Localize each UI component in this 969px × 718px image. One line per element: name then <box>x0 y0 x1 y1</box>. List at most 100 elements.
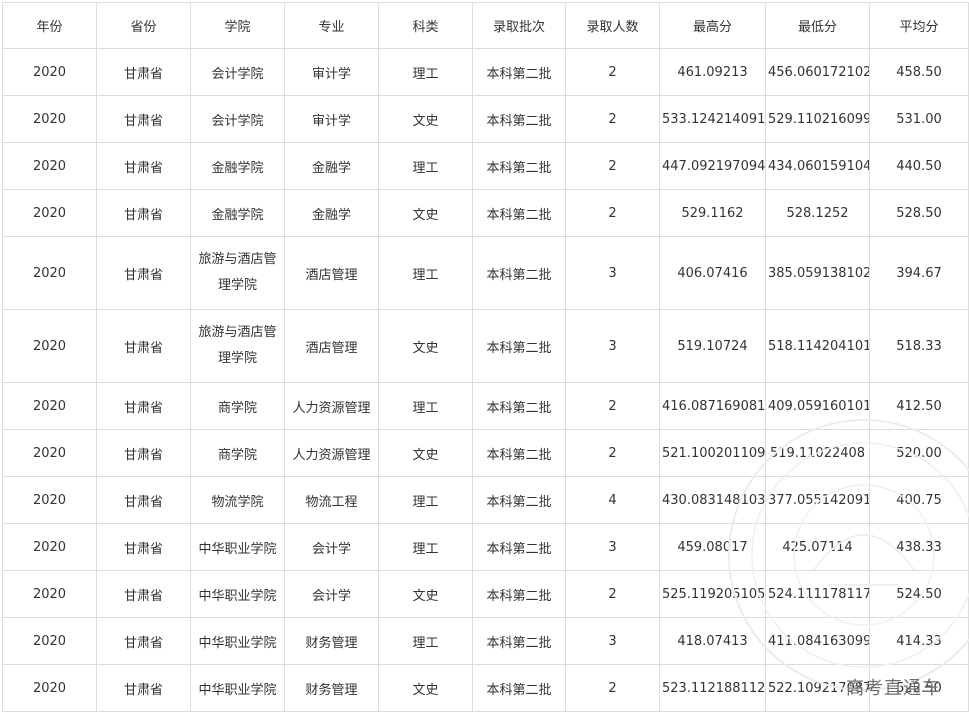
table-cell: 甘肃省 <box>96 382 191 430</box>
table-cell: 理工 <box>378 48 473 96</box>
table-row: 2020 甘肃省 商学院 人力资源管理 文史 本科第二批 2 521.100201109 519… <box>2 429 969 477</box>
table-row: 2020 甘肃省 中华职业学院 财务管理 理工 本科第二批 3 418.07413 411.08… <box>2 617 969 665</box>
table-cell: 理工 <box>378 142 473 190</box>
table-cell: 文史 <box>378 429 473 477</box>
table-cell: 459.08017 <box>659 523 766 571</box>
column-header: 省份 <box>96 2 191 49</box>
table-cell: 406.07416 <box>659 236 766 310</box>
table-cell: 中华职业学院 <box>190 523 285 571</box>
table-cell: 418.07413 <box>659 617 766 665</box>
table-cell: 425.07114 <box>765 523 870 571</box>
table-cell: 2 <box>565 570 660 618</box>
table-cell: 2 <box>565 189 660 237</box>
table-cell: 456.060172102 <box>765 48 870 96</box>
table-cell: 甘肃省 <box>96 309 191 383</box>
table-cell: 519.11022408 <box>765 429 870 477</box>
table-cell: 文史 <box>378 189 473 237</box>
column-header: 学院 <box>190 2 285 49</box>
table-cell: 理工 <box>378 236 473 310</box>
admission-table-wrapper: 年份 省份 学院 专业 科类 录取批次 录取人数 最高分 最低分 平均分 2020 甘肃省 会计学院审… <box>2 2 969 712</box>
table-cell: 本科第二批 <box>472 142 566 190</box>
table-cell: 甘肃省 <box>96 617 191 665</box>
table-cell: 旅游与酒店管理学院 <box>190 236 285 310</box>
table-row: 2020 甘肃省 旅游与酒店管理学院 酒店管理 理工 本科第二批 3 406.07416 385… <box>2 236 969 310</box>
table-cell: 2 <box>565 142 660 190</box>
table-cell: 本科第二批 <box>472 664 566 712</box>
table-cell: 甘肃省 <box>96 236 191 310</box>
table-cell: 本科第二批 <box>472 309 566 383</box>
table-cell: 2020 <box>2 664 97 712</box>
table-cell: 461.09213 <box>659 48 766 96</box>
table-cell: 审计学 <box>284 48 379 96</box>
table-cell: 本科第二批 <box>472 48 566 96</box>
table-cell: 甘肃省 <box>96 664 191 712</box>
table-cell: 本科第二批 <box>472 570 566 618</box>
table-cell: 旅游与酒店管理学院 <box>190 309 285 383</box>
table-cell: 524.111178117 <box>765 570 870 618</box>
table-row: 2020 甘肃省 会计学院 审计学 理工 本科第二批 2 461.09213 456.06017… <box>2 48 969 96</box>
table-cell: 物流学院 <box>190 476 285 524</box>
table-cell: 438.33 <box>869 523 969 571</box>
table-cell: 519.10724 <box>659 309 766 383</box>
table-cell: 会计学 <box>284 523 379 571</box>
table-cell: 人力资源管理 <box>284 429 379 477</box>
table-cell: 甘肃省 <box>96 476 191 524</box>
table-cell: 本科第二批 <box>472 189 566 237</box>
table-cell: 2020 <box>2 48 97 96</box>
table-cell: 2020 <box>2 617 97 665</box>
table-cell: 2020 <box>2 570 97 618</box>
table-cell: 甘肃省 <box>96 142 191 190</box>
column-header: 平均分 <box>869 2 969 49</box>
table-cell: 甘肃省 <box>96 189 191 237</box>
table-cell: 甘肃省 <box>96 570 191 618</box>
table-cell: 440.50 <box>869 142 969 190</box>
table-row: 2020 甘肃省 中华职业学院 会计学 理工 本科第二批 3 459.08017 425.071… <box>2 523 969 571</box>
table-cell: 本科第二批 <box>472 382 566 430</box>
table-cell: 财务管理 <box>284 617 379 665</box>
table-cell: 531.00 <box>869 95 969 143</box>
column-header: 最高分 <box>659 2 766 49</box>
table-cell: 518.114204101 <box>765 309 870 383</box>
table-cell: 2 <box>565 664 660 712</box>
table-cell: 2020 <box>2 309 97 383</box>
table-cell: 525.119205105 <box>659 570 766 618</box>
table-cell: 2020 <box>2 382 97 430</box>
table-cell: 3 <box>565 523 660 571</box>
column-header: 年份 <box>2 2 97 49</box>
table-cell: 甘肃省 <box>96 48 191 96</box>
column-header: 科类 <box>378 2 473 49</box>
table-cell: 甘肃省 <box>96 523 191 571</box>
table-cell: 533.124214091 <box>659 95 766 143</box>
table-cell: 416.087169081 <box>659 382 766 430</box>
table-cell: 2020 <box>2 95 97 143</box>
table-row: 2020 甘肃省 金融学院 金融学 文史 本科第二批 2 529.1162 528.1252 52… <box>2 189 969 237</box>
table-row: 2020 甘肃省 旅游与酒店管理学院 酒店管理 文史 本科第二批 3 519.10724 518… <box>2 309 969 383</box>
table-cell: 中华职业学院 <box>190 617 285 665</box>
table-cell: 商学院 <box>190 429 285 477</box>
table-cell: 本科第二批 <box>472 476 566 524</box>
table-cell: 中华职业学院 <box>190 570 285 618</box>
table-cell: 458.50 <box>869 48 969 96</box>
table-cell: 文史 <box>378 309 473 383</box>
table-cell: 520.00 <box>869 429 969 477</box>
table-cell: 414.33 <box>869 617 969 665</box>
table-cell: 529.1162 <box>659 189 766 237</box>
watermark-text: 高考直通车 <box>846 678 941 699</box>
table-cell: 2020 <box>2 476 97 524</box>
table-cell: 会计学 <box>284 570 379 618</box>
table-cell: 3 <box>565 236 660 310</box>
table-cell: 528.50 <box>869 189 969 237</box>
column-header: 录取批次 <box>472 2 566 49</box>
table-cell: 2 <box>565 429 660 477</box>
table-cell: 本科第二批 <box>472 523 566 571</box>
table-cell: 385.059138102 <box>765 236 870 310</box>
table-cell: 甘肃省 <box>96 429 191 477</box>
table-row: 2020 甘肃省 商学院 人力资源管理 理工 本科第二批 2 416.087169081 409… <box>2 382 969 430</box>
table-cell: 人力资源管理 <box>284 382 379 430</box>
table-cell: 394.67 <box>869 236 969 310</box>
table-cell: 529.110216099 <box>765 95 870 143</box>
table-cell: 文史 <box>378 664 473 712</box>
table-cell: 文史 <box>378 95 473 143</box>
table-cell: 中华职业学院 <box>190 664 285 712</box>
table-cell: 2 <box>565 95 660 143</box>
